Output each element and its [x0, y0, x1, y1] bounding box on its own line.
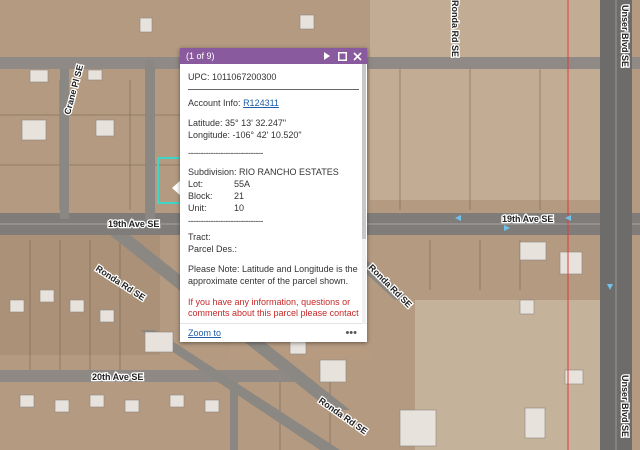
road-label: Unser Blvd SE [620, 5, 630, 67]
close-icon [352, 51, 362, 61]
popup-scrollbar[interactable] [362, 64, 366, 324]
tract-text: Tract: [188, 231, 211, 242]
road-label: 19th Ave SE [108, 219, 159, 229]
popup-header: (1 of 9) [180, 48, 367, 64]
feature-count: (1 of 9) [186, 51, 215, 61]
unit-value: 10 [234, 202, 245, 213]
block-value: 21 [234, 190, 245, 201]
block-row: Block: 21 [188, 191, 359, 203]
more-options-button[interactable]: ••• [345, 327, 357, 339]
contact-text-2: comments about this parcel please contac… [188, 308, 359, 319]
parcel-des-text: Parcel Des.: [188, 243, 238, 254]
parcel-popup: (1 of 9) UPC: 1011067200300 Account Info… [180, 48, 367, 342]
account-label: Account Info: [188, 97, 241, 108]
popup-footer: Zoom to ••• [180, 323, 367, 342]
dashed-separator: ------------------------------ [188, 147, 263, 158]
road-label: Unser Blvd SE [620, 375, 630, 437]
open-land [370, 0, 600, 200]
next-feature-button[interactable] [321, 50, 333, 62]
lot-row: Lot: 55A [188, 179, 359, 191]
upc-text: UPC: 1011067200300 [188, 72, 277, 82]
popup-content: UPC: 1011067200300 Account Info: R124311… [180, 64, 367, 320]
note-text: Please Note: Latitude and Longitude is t… [188, 264, 358, 286]
subdivision-text: Subdivision: RIO RANCHO ESTATES [188, 167, 339, 178]
account-info: Account Info: R124311 [188, 98, 359, 110]
maximize-button[interactable] [336, 50, 348, 62]
dashed-separator: ------------------------------ [188, 216, 263, 227]
lot-value: 55A [234, 179, 251, 190]
zoom-to-link[interactable]: Zoom to [188, 328, 221, 338]
scrollbar-thumb[interactable] [362, 64, 366, 239]
longitude-text: Longitude: -106° 42' 10.520" [188, 130, 302, 141]
lot-label: Lot: [188, 179, 204, 190]
contact-text: If you have any information, questions o… [188, 296, 351, 307]
latitude-text: Latitude: 35° 13' 32.247" [188, 118, 287, 129]
block-label: Block: [188, 190, 213, 201]
road-label: Ronda Rd SE [450, 0, 460, 57]
play-icon [324, 52, 330, 60]
road-label: 20th Ave SE [92, 372, 143, 382]
close-button[interactable] [351, 50, 363, 62]
unit-row: Unit: 10 [188, 203, 359, 215]
unit-label: Unit: [188, 202, 207, 213]
divider [188, 88, 359, 90]
account-link[interactable]: R124311 [243, 98, 279, 108]
road-label: 19th Ave SE [502, 214, 553, 224]
maximize-icon [337, 51, 347, 61]
